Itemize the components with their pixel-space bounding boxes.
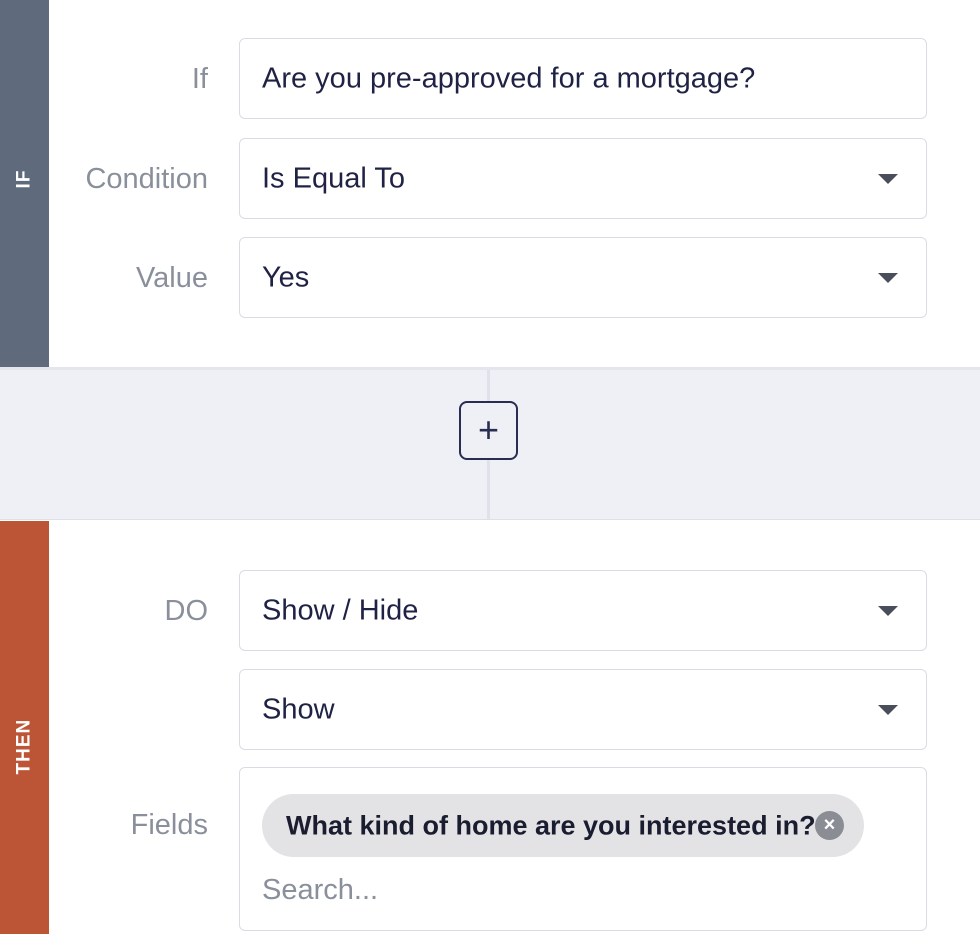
fields-search-input[interactable] (262, 872, 862, 908)
action-value: Show / Hide (262, 594, 419, 626)
action-select[interactable]: Show / Hide (239, 570, 927, 651)
chip-label: What kind of home are you interested in? (286, 810, 816, 840)
caret-down-icon (878, 173, 898, 184)
visibility-value: Show (262, 693, 335, 725)
then-side-bar: THEN (0, 521, 49, 934)
condition-select[interactable]: Is Equal To (239, 138, 927, 219)
caret-down-icon (878, 605, 898, 616)
selected-field-chip: What kind of home are you interested in?… (262, 794, 864, 857)
value-label: Value (135, 262, 208, 294)
condition-label: Condition (85, 163, 208, 195)
if-question-field[interactable]: Are you pre-approved for a mortgage? (239, 38, 927, 119)
close-circle-icon[interactable]: × (815, 811, 844, 840)
fields-multiselect[interactable]: What kind of home are you interested in?… (239, 767, 927, 931)
if-side-label: IF (13, 169, 35, 189)
plus-icon: + (477, 409, 500, 450)
rule-connector: + (0, 367, 980, 520)
caret-down-icon (878, 704, 898, 715)
condition-value: Is Equal To (262, 162, 405, 194)
if-label: If (191, 63, 208, 95)
if-side-bar: IF (0, 0, 49, 367)
visibility-select[interactable]: Show (239, 669, 927, 750)
fields-label: Fields (130, 809, 208, 841)
do-label: DO (164, 595, 209, 627)
then-section: THEN DO Show / Hide Show Fields What kin… (0, 521, 980, 934)
if-question-value: Are you pre-approved for a mortgage? (262, 62, 756, 94)
add-condition-button[interactable]: + (459, 401, 518, 460)
then-side-label: THEN (13, 718, 35, 775)
value-value: Yes (262, 261, 310, 293)
caret-down-icon (878, 272, 898, 283)
if-section: IF If Are you pre-approved for a mortgag… (0, 0, 980, 367)
value-select[interactable]: Yes (239, 237, 927, 318)
